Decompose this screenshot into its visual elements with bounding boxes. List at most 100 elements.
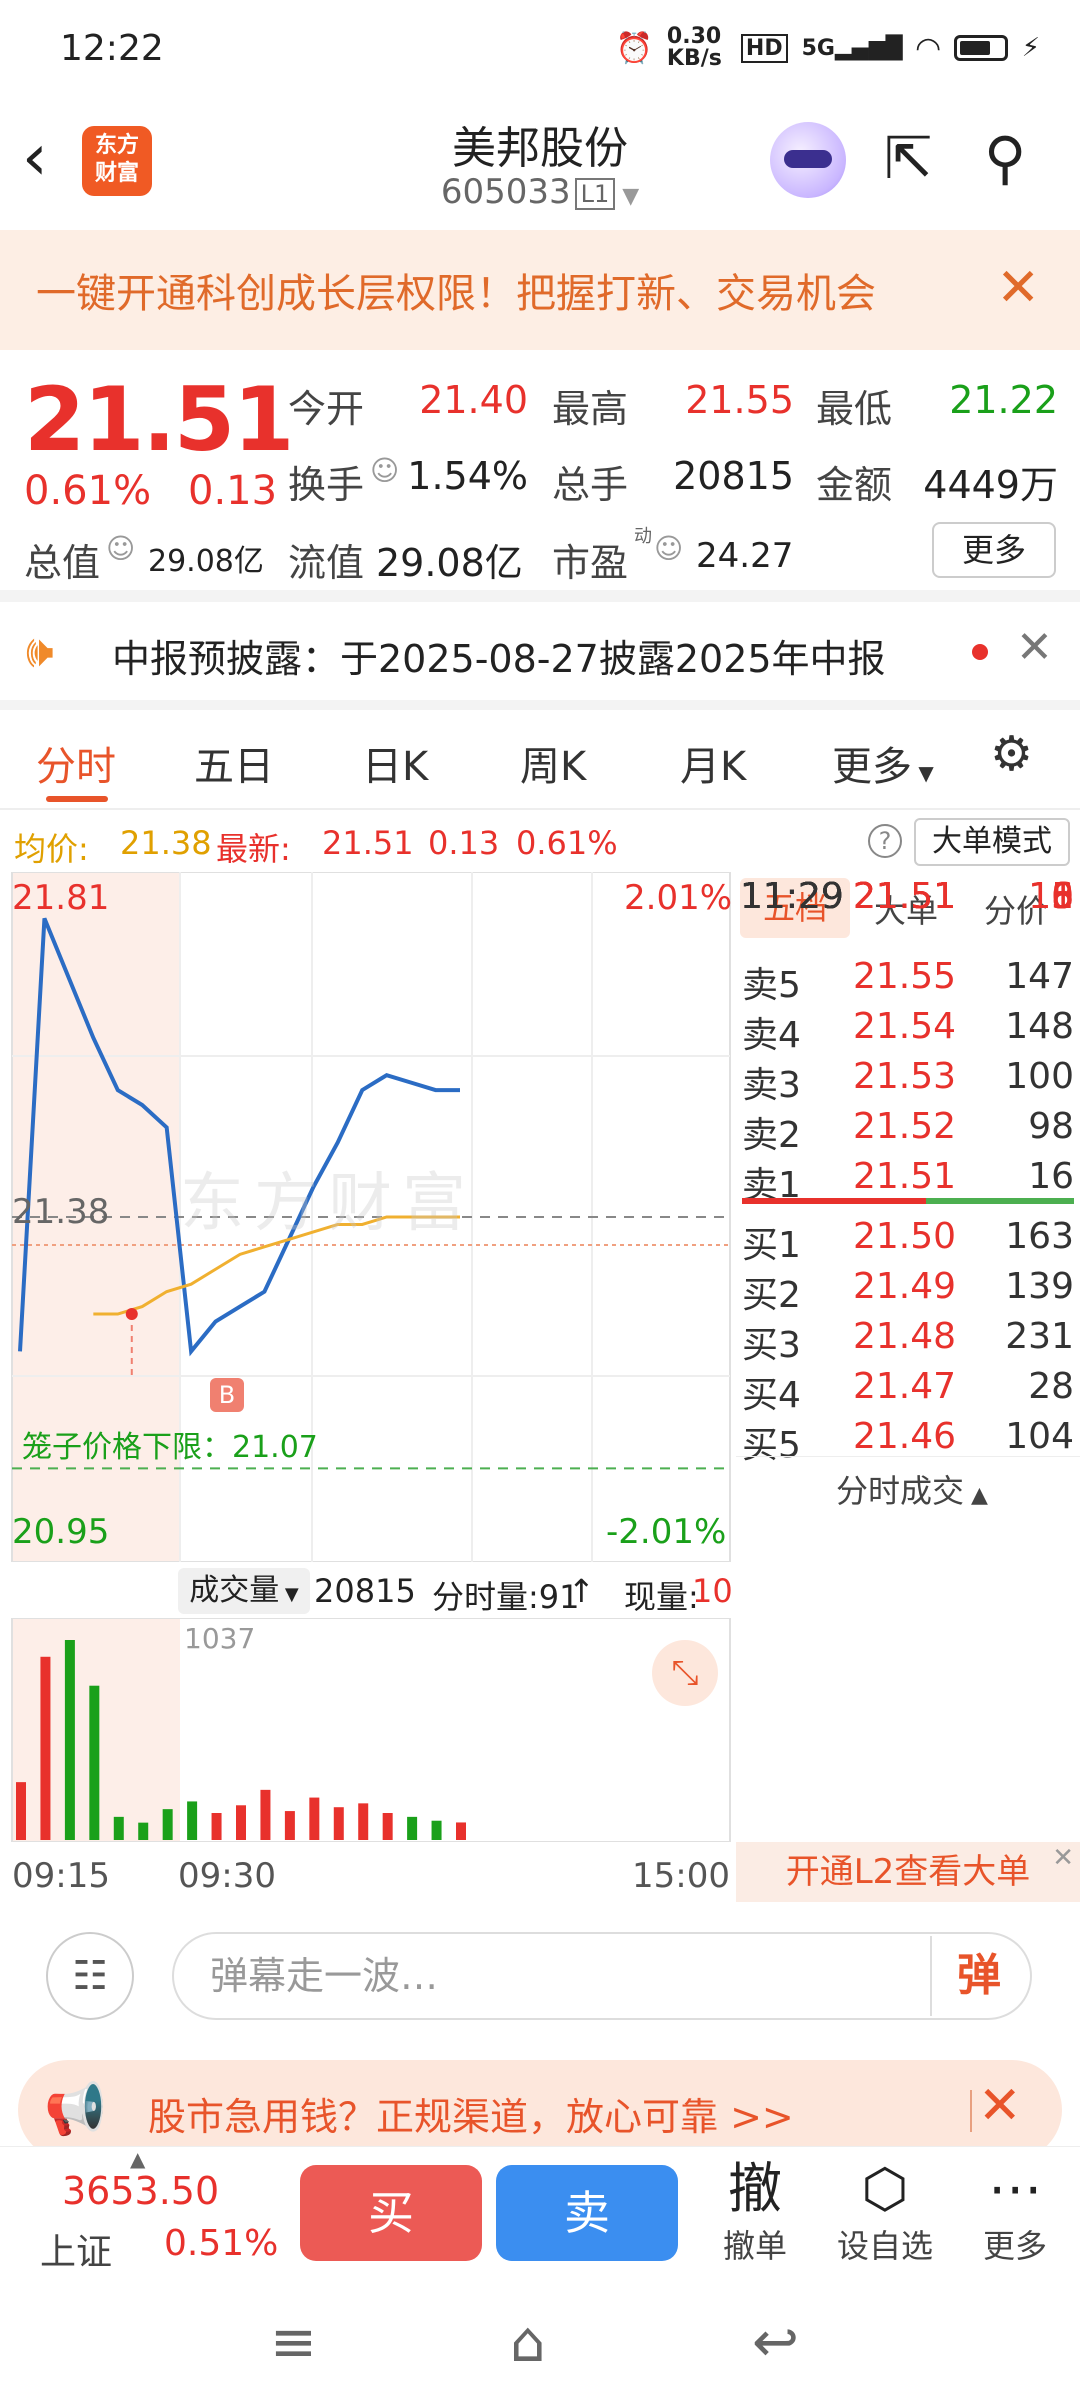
status-bar: 12:22 ⏰ 0.30 KB/s HD 5G▂▄▆█ ◠ ⚡ — [0, 0, 1080, 96]
volume-value: 20815 — [673, 454, 794, 498]
volume-chart[interactable]: 1037 ⤡ — [0, 1617, 736, 1843]
info-icon[interactable]: ☺ — [106, 532, 135, 565]
ask-row[interactable]: 卖1 21.51 16 — [736, 1152, 1080, 1206]
settings-gear-icon[interactable]: ⚙ — [990, 726, 1033, 782]
hexagon-icon: ⬡ — [861, 2157, 909, 2220]
buy-marker[interactable]: B — [210, 1378, 244, 1412]
more-dots-icon: ⋯ — [988, 2157, 1042, 2220]
ask-volume: 147 — [1005, 956, 1074, 997]
latest-pct: 0.61% — [516, 824, 618, 862]
bid-row[interactable]: 买2 21.49 139 — [736, 1262, 1080, 1316]
volume-bar — [456, 1822, 466, 1840]
status-time: 12:22 — [60, 27, 164, 69]
tab-more[interactable]: 更多 ▼ — [832, 734, 934, 792]
pct-axis-bottom: -2.01% — [606, 1512, 727, 1552]
volume-indicator-select[interactable]: 成交量 ▼ — [178, 1568, 310, 1614]
more-quote-button[interactable]: 更多 — [932, 522, 1056, 578]
open-l2-button[interactable]: 开通L2查看大单 ✕ — [736, 1842, 1080, 1902]
back-nav-icon[interactable]: ↩ — [752, 2310, 799, 2375]
ask-row[interactable]: 卖3 21.53 100 — [736, 1052, 1080, 1106]
ask-row[interactable]: 卖5 21.55 147 — [736, 952, 1080, 1006]
tick-price: 21.51 — [852, 876, 956, 917]
amount-label: 金额 — [816, 463, 893, 507]
close-icon[interactable]: ✕ — [978, 2076, 1022, 2136]
buy-button[interactable]: 买 — [300, 2165, 482, 2261]
bid-row[interactable]: 买5 21.46 104 — [736, 1412, 1080, 1466]
bid-label: 买4 — [742, 1375, 801, 1416]
intraday-chart[interactable]: 21.81 21.38 20.95 2.01% -2.01% 笼子价格下限：21… — [0, 872, 736, 1562]
add-watchlist-button[interactable]: ⬡ 设自选 — [830, 2157, 940, 2267]
volume-bar — [382, 1812, 393, 1840]
tab-intraday[interactable]: 分时 — [36, 734, 116, 792]
volume-bar — [113, 1816, 124, 1840]
bid-label: 买2 — [742, 1275, 801, 1316]
bid-price: 21.48 — [852, 1316, 956, 1357]
sell-button[interactable]: 卖 — [496, 2165, 678, 2261]
danmu-input[interactable]: 弹幕走一波… — [172, 1932, 1032, 2020]
divider — [736, 1456, 1080, 1457]
volume-bar — [358, 1803, 369, 1840]
bid-row[interactable]: 买4 21.47 28 — [736, 1362, 1080, 1416]
search-icon[interactable]: ⚲ — [984, 126, 1026, 190]
menu-icon[interactable]: ≡ — [270, 2310, 317, 2375]
more-button[interactable]: ⋯ 更多 — [960, 2157, 1070, 2267]
info-icon[interactable]: ☺ — [370, 454, 399, 487]
pct-axis-top: 2.01% — [624, 878, 733, 918]
system-nav-bar: ≡ ⌂ ↩ — [0, 2276, 1080, 2404]
level-badge: L1 — [574, 177, 616, 210]
share-icon[interactable]: ⇱ — [884, 126, 933, 190]
cancel-order-button[interactable]: 撤 撤单 — [700, 2157, 810, 2267]
danmu-settings-icon[interactable]: ☷ — [46, 1932, 134, 2020]
low-value: 21.22 — [949, 378, 1058, 422]
notice-bar[interactable]: 🕪 中报预披露：于2025-08-27披露2025年中报 ✕ — [0, 600, 1080, 700]
bid-volume: 231 — [1005, 1316, 1074, 1357]
danmu-send-button[interactable]: 弹 — [930, 1936, 1026, 2016]
tab-monthly-k[interactable]: 月K — [680, 734, 746, 792]
volume-bar — [138, 1822, 149, 1840]
open-label: 今开 — [288, 387, 365, 431]
bid-row[interactable]: 买1 21.50 163 — [736, 1212, 1080, 1266]
danmu-bar: ☷ 弹幕走一波… 弹 — [0, 1904, 1080, 2054]
quote-panel: 21.51 0.61% 0.13 今开 21.40 最高 21.55 最低 21… — [0, 350, 1080, 590]
help-icon[interactable]: ? — [868, 824, 902, 858]
avg-value: 21.38 — [120, 824, 212, 862]
current-volume-label: 现量: — [624, 1578, 699, 1616]
ticks-title[interactable]: 分时成交 ▲ — [836, 1466, 988, 1512]
volume-label: 总手 — [552, 463, 629, 507]
y-axis-bottom: 20.95 — [12, 1512, 110, 1552]
close-icon[interactable]: ✕ — [1052, 1828, 1074, 1888]
tab-five-day[interactable]: 五日 — [194, 734, 274, 792]
ask-row[interactable]: 卖4 21.54 148 — [736, 1002, 1080, 1056]
time-end: 15:00 — [632, 1856, 730, 1896]
ai-assistant-icon[interactable] — [770, 122, 846, 198]
megaphone-icon: 📢 — [44, 2080, 107, 2138]
tab-daily-k[interactable]: 日K — [362, 734, 428, 792]
caret-up-icon: ▲ — [130, 2147, 146, 2171]
ask-row[interactable]: 卖2 21.52 98 — [736, 1102, 1080, 1156]
info-icon[interactable]: ☺ — [654, 532, 683, 565]
volume-max-label: 1037 — [184, 1622, 256, 1655]
amount-value: 4449万 — [923, 463, 1058, 507]
volume-header: 成交量 ▼ 20815 分时量:91 ↑ 现量: 10 — [0, 1562, 736, 1618]
speaker-icon: 🕪 — [26, 626, 54, 677]
tab-weekly-k[interactable]: 周K — [520, 734, 586, 792]
close-icon[interactable]: ✕ — [1016, 622, 1053, 673]
promo-banner[interactable]: 一键开通科创成长层权限！把握打新、交易机会 ✕ — [0, 230, 1080, 350]
big-order-mode-button[interactable]: 大单模式 — [914, 818, 1070, 866]
ad-banner[interactable]: 📢 股市急用钱？正规渠道，放心可靠 >> ✕ — [18, 2060, 1062, 2160]
bid-row[interactable]: 买3 21.48 231 — [736, 1312, 1080, 1366]
ask-price: 21.51 — [852, 1156, 956, 1197]
expand-icon[interactable]: ⤡ — [652, 1640, 718, 1706]
bid-price: 21.49 — [852, 1266, 956, 1307]
bid-price: 21.50 — [852, 1216, 956, 1257]
home-icon[interactable]: ⌂ — [510, 2310, 546, 2375]
chevron-down-icon: ▼ — [279, 1584, 299, 1605]
volume-bar — [162, 1809, 173, 1840]
volume-bar — [211, 1812, 222, 1840]
close-icon[interactable]: ✕ — [996, 258, 1040, 318]
volume-bar — [431, 1820, 442, 1840]
current-volume: 10 — [692, 1572, 733, 1610]
time-start: 09:15 — [12, 1856, 110, 1896]
stock-code: 605033 — [440, 172, 571, 212]
volume-total: 20815 — [314, 1572, 416, 1610]
